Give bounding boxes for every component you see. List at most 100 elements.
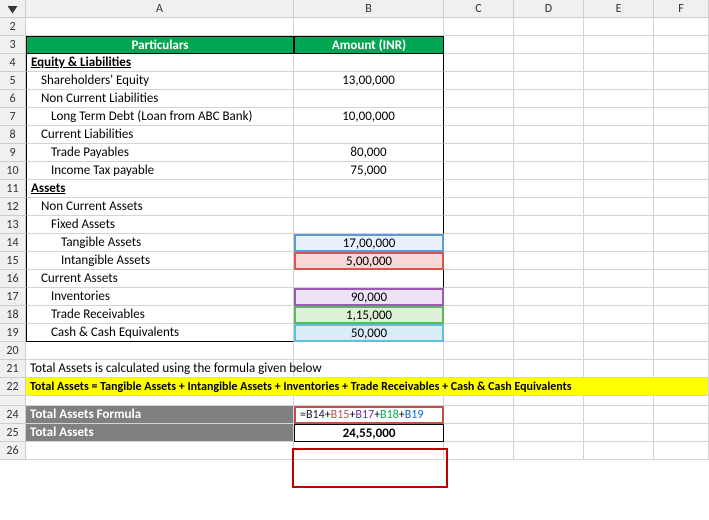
row-header[interactable]: 7 — [0, 108, 26, 126]
cell[interactable] — [444, 342, 514, 360]
cell[interactable] — [514, 424, 584, 442]
cell[interactable] — [514, 270, 584, 288]
cell[interactable] — [444, 288, 514, 306]
cell[interactable] — [444, 108, 514, 126]
cell[interactable] — [294, 126, 444, 144]
cell[interactable] — [444, 360, 514, 378]
row-header[interactable]: 21 — [0, 360, 26, 378]
section-equity-liabilities[interactable]: Equity & Liabilities — [26, 54, 294, 72]
cell[interactable] — [654, 360, 709, 378]
cell[interactable] — [294, 442, 444, 460]
cell[interactable] — [444, 396, 514, 406]
cell[interactable] — [444, 54, 514, 72]
cell[interactable] — [444, 234, 514, 252]
value-trade-payables[interactable]: 80,000 — [294, 144, 444, 162]
cell[interactable] — [584, 18, 654, 36]
cell[interactable] — [294, 342, 444, 360]
cell[interactable] — [584, 162, 654, 180]
label-fixed-assets[interactable]: Fixed Assets — [26, 216, 294, 234]
cell[interactable] — [514, 342, 584, 360]
cell[interactable] — [654, 396, 709, 406]
cell[interactable] — [514, 198, 584, 216]
cell[interactable] — [654, 216, 709, 234]
cell[interactable] — [654, 306, 709, 324]
formula-explanation[interactable]: Total Assets = Tangible Assets + Intangi… — [26, 378, 709, 396]
label-current-liabilities[interactable]: Current Liabilities — [26, 126, 294, 144]
col-header-c[interactable]: C — [444, 0, 514, 18]
cell[interactable] — [654, 90, 709, 108]
cell[interactable] — [514, 90, 584, 108]
cell[interactable] — [584, 442, 654, 460]
row-header[interactable]: 24 — [0, 406, 26, 424]
cell[interactable] — [654, 126, 709, 144]
cell[interactable] — [654, 342, 709, 360]
cell[interactable] — [294, 270, 444, 288]
cell[interactable] — [294, 198, 444, 216]
label-trade-receivables[interactable]: Trade Receivables — [26, 306, 294, 324]
cell[interactable] — [654, 198, 709, 216]
row-header[interactable]: 16 — [0, 270, 26, 288]
col-header-d[interactable]: D — [514, 0, 584, 18]
row-header[interactable]: 25 — [0, 424, 26, 442]
cell[interactable] — [444, 270, 514, 288]
row-header[interactable]: 6 — [0, 90, 26, 108]
label-cash-equivalents[interactable]: Cash & Cash Equivalents — [26, 324, 294, 342]
cell[interactable] — [584, 342, 654, 360]
cell[interactable] — [584, 180, 654, 198]
row-header[interactable]: 22 — [0, 378, 26, 396]
cell[interactable] — [584, 36, 654, 54]
cell[interactable] — [514, 54, 584, 72]
cell[interactable] — [654, 270, 709, 288]
cell[interactable] — [294, 360, 444, 378]
cell[interactable] — [514, 36, 584, 54]
cell[interactable] — [444, 18, 514, 36]
value-long-term-debt[interactable]: 10,00,000 — [294, 108, 444, 126]
label-shareholders-equity[interactable]: Shareholders' Equity — [26, 72, 294, 90]
cell[interactable] — [514, 216, 584, 234]
cell[interactable] — [514, 324, 584, 342]
cell[interactable] — [294, 90, 444, 108]
label-non-current-liabilities[interactable]: Non Current Liabilities — [26, 90, 294, 108]
cell[interactable] — [26, 442, 294, 460]
row-header[interactable]: 3 — [0, 36, 26, 54]
label-non-current-assets[interactable]: Non Current Assets — [26, 198, 294, 216]
cell[interactable] — [294, 54, 444, 72]
cell[interactable] — [444, 252, 514, 270]
cell[interactable] — [444, 306, 514, 324]
note-text[interactable]: Total Assets is calculated using the for… — [26, 360, 294, 378]
cell[interactable] — [514, 306, 584, 324]
cell[interactable] — [584, 72, 654, 90]
cell[interactable] — [584, 396, 654, 406]
cell[interactable] — [514, 72, 584, 90]
value-cash-equivalents[interactable]: 50,000 — [294, 324, 444, 342]
cell[interactable] — [584, 424, 654, 442]
cell[interactable] — [654, 108, 709, 126]
cell[interactable] — [584, 90, 654, 108]
label-tangible-assets[interactable]: Tangible Assets — [26, 234, 294, 252]
value-inventories[interactable]: 90,000 — [294, 288, 444, 306]
row-header[interactable]: 13 — [0, 216, 26, 234]
cell[interactable] — [584, 252, 654, 270]
cell[interactable] — [444, 162, 514, 180]
row-header[interactable]: 15 — [0, 252, 26, 270]
cell[interactable] — [654, 18, 709, 36]
label-total-assets[interactable]: Total Assets — [26, 424, 294, 442]
cell[interactable] — [444, 144, 514, 162]
row-header[interactable]: 12 — [0, 198, 26, 216]
cell[interactable] — [584, 288, 654, 306]
cell[interactable] — [294, 18, 444, 36]
cell[interactable] — [654, 424, 709, 442]
cell[interactable] — [584, 324, 654, 342]
cell[interactable] — [654, 442, 709, 460]
row-header[interactable]: 8 — [0, 126, 26, 144]
cell[interactable] — [444, 406, 514, 424]
row-header[interactable]: 2 — [0, 18, 26, 36]
cell[interactable] — [294, 180, 444, 198]
corner-cell[interactable] — [0, 0, 26, 18]
label-total-assets-formula[interactable]: Total Assets Formula — [26, 406, 294, 424]
row-header[interactable]: 20 — [0, 342, 26, 360]
cell[interactable] — [654, 324, 709, 342]
col-header-f[interactable]: F — [654, 0, 709, 18]
cell[interactable] — [584, 216, 654, 234]
cell[interactable] — [26, 342, 294, 360]
